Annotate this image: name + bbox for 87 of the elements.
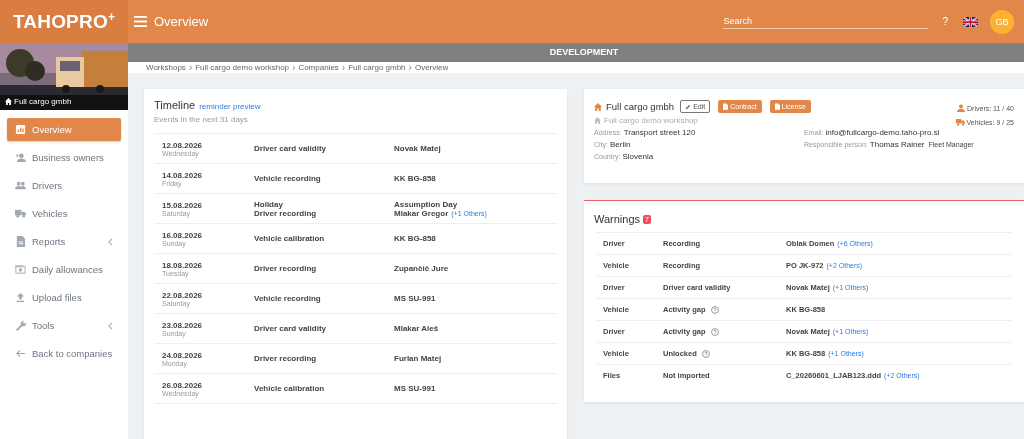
back-arrow-icon [15,348,26,359]
nav-item[interactable]: Overview [7,118,121,141]
document-icon [15,236,26,247]
event-subject: Assumption Day [394,199,458,209]
event-type: Driver card validity [254,144,328,153]
event-type: Vehicle calibration [254,234,326,243]
event-subject: Mlakar Aleš [394,324,439,333]
warnings-title: Warnings [594,213,641,225]
reminder-preview-link[interactable]: reminder preview [199,102,261,111]
field-value: Transport street 120 [623,128,696,137]
event-type: Vehicle recording [254,294,322,303]
event-subject: Zupančič Jure [394,264,449,273]
home-icon [594,102,602,111]
event-type: Driver card validity [254,324,328,333]
people-icon [15,180,26,191]
timeline-subtitle: Events in the next 31 days [154,115,249,124]
breadcrumb-separator: › [341,62,346,73]
event-subject: Mlakar Gregor [394,208,449,218]
event-type: Driver recording [254,208,318,218]
event-subject: KK BG-858 [394,234,436,243]
wrench-icon [15,320,26,331]
truck-icon [15,208,26,219]
field-value: Slovenia [622,152,654,161]
breadcrumb-separator: › [408,62,412,73]
field-value: info@fullcargo-demo.taho-pro.si [825,128,940,137]
breadcrumb-link[interactable]: Companies [298,63,339,72]
event-subject: Novak Matej [394,144,441,153]
help-icon[interactable] [710,327,719,336]
breadcrumb-separator: › [292,62,296,73]
search-field[interactable]: Search [723,14,929,29]
workshop-name: Full cargo demo workshop [604,116,698,125]
nav-item[interactable]: Back to companies [7,342,121,365]
home-icon [5,98,12,105]
nav-item[interactable]: Daily allowances [7,258,121,281]
document-icon [774,103,780,110]
page-title: Overview [154,14,209,29]
company-title: Full cargo gmbh [606,101,675,112]
breadcrumb-link[interactable]: Full cargo gmbh [348,63,406,72]
environment-banner: DEVELOPMENT [128,43,1024,62]
help-icon[interactable] [710,305,719,314]
event-type: Driver recording [254,354,318,363]
nav-item[interactable]: Vehicles [7,202,121,225]
chevron-icon [108,321,113,330]
flag-icon[interactable] [963,16,978,27]
event-type: Vehicle recording [254,174,322,183]
nav-item[interactable]: Drivers [7,174,121,197]
chart-icon [15,124,26,135]
chevron-icon [108,237,113,246]
event-date: 16.08.2026 [162,230,204,240]
event-date: 18.08.2026 [162,260,204,270]
field-value: Berlin [610,140,631,149]
pencil-icon [685,103,692,110]
event-date: 14.08.2026 [162,170,204,180]
money-icon [15,264,26,275]
company-name: Full cargo gmbh [5,97,72,106]
event-type: Vehicle calibration [254,384,326,393]
breadcrumb-separator: › [188,62,193,73]
event-type: Driver recording [254,264,318,273]
event-type: Holiday [254,199,283,209]
event-date: 24.08.2026 [162,350,204,360]
event-subject: MS SU-991 [394,294,436,303]
event-subject: Furlan Matej [394,354,442,363]
breadcrumb-link[interactable]: Full cargo demo workshop [195,63,290,72]
nav-item[interactable]: Business owners [7,146,121,169]
event-date: 23.08.2026 [162,320,204,330]
event-date: 22.08.2026 [162,290,204,300]
help-icon[interactable] [701,349,710,358]
event-date: 26.08.2026 [162,380,204,390]
event-subject: MS SU-991 [394,384,436,393]
help-button[interactable]: ? [942,16,948,27]
document-icon [723,103,729,110]
event-date: 12.08.2026 [162,140,204,150]
upload-icon [15,292,26,303]
truck-icon [955,118,965,126]
event-subject: KK BG-858 [394,174,436,183]
nav-item[interactable]: Reports [7,230,121,253]
person-add-icon [15,152,26,163]
menu-icon[interactable] [134,16,147,27]
breadcrumb-link[interactable]: Overview [414,63,449,72]
breadcrumb-link[interactable]: Workshops [146,63,186,72]
nav-item[interactable]: Tools [7,314,121,337]
home-icon [594,117,601,124]
person-icon [957,104,966,112]
timeline-title: Timeline [154,99,196,111]
nav-item[interactable]: Upload files [7,286,121,309]
event-date: 15.08.2026 [162,200,204,210]
field-value: Thomas Rainer [869,140,925,149]
